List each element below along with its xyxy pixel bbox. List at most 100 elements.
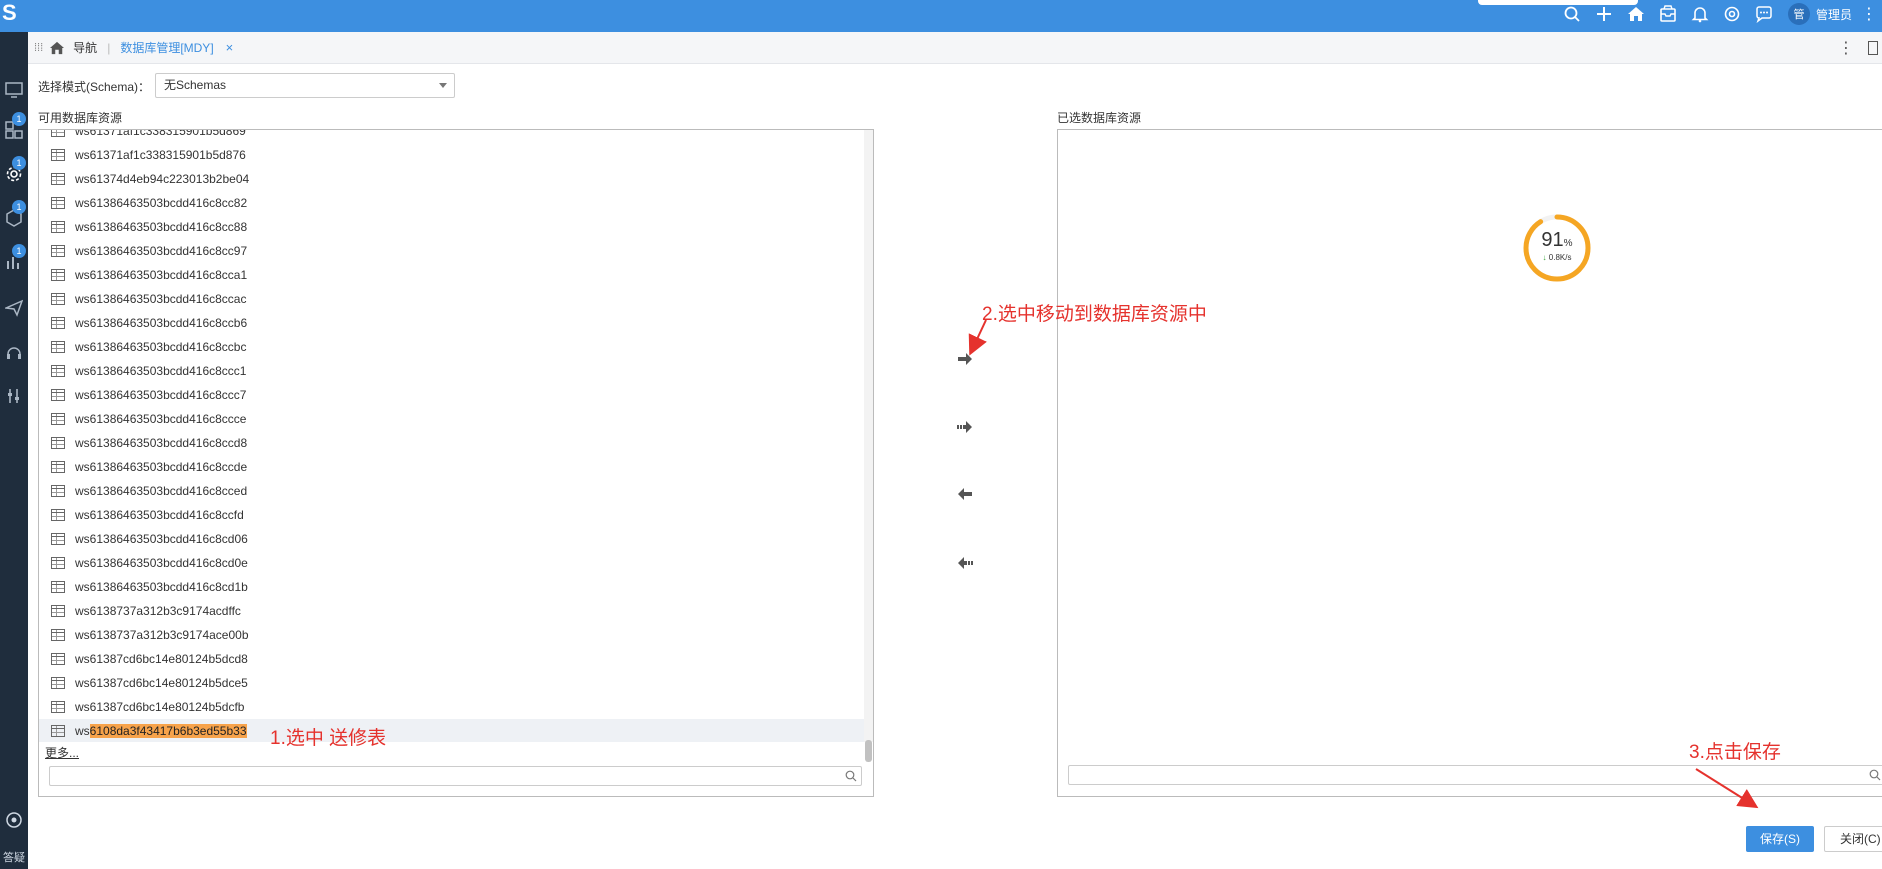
table-icon [51,149,65,161]
more-menu-icon[interactable]: ⋮ [1860,4,1878,24]
tab-more-icon[interactable]: ⋮ [1838,38,1854,58]
list-item[interactable]: ws61386463503bcdd416c8ccce [39,407,865,431]
bell-icon[interactable] [1684,0,1716,28]
list-item[interactable]: ws61386463503bcdd416c8ccc7 [39,383,865,407]
list-item[interactable]: ws61386463503bcdd416c8ccfd [39,503,865,527]
paper-plane-icon [5,299,23,317]
list-item-label: ws61386463503bcdd416c8cc97 [75,244,248,258]
table-icon [51,317,65,329]
list-item-label: ws61386463503bcdd416c8cca1 [75,268,248,282]
list-item[interactable]: ws6138737a312b3c9174ace00b [39,623,865,647]
list-item[interactable]: ws61386463503bcdd416c8ccc1 [39,359,865,383]
chat-icon[interactable] [1748,0,1780,28]
help-icon[interactable] [0,802,28,838]
move-all-right-button[interactable] [954,416,976,438]
resource-list-viewport[interactable]: ws61371af1c338315901b5d869 ws61371af1c338… [39,130,865,742]
list-item-label: ws61371af1c338315901b5d876 [75,148,246,162]
list-item-selected[interactable]: ws 6108da3f43417b6b3ed55b33 [39,719,865,742]
list-item-label: ws61386463503bcdd416c8ccc7 [75,388,247,402]
home-icon[interactable] [49,41,65,55]
annotation-step1: 1.选中 送修表 [270,728,387,749]
list-item[interactable]: ws61386463503bcdd416c8cc97 [39,239,865,263]
more-link[interactable]: 更多... [45,744,79,761]
list-item[interactable]: ws61386463503bcdd416c8ccbc [39,335,865,359]
sidebar-item-tools[interactable] [0,378,28,414]
tab-separator: | [107,40,111,55]
list-item[interactable]: ws61386463503bcdd416c8cd06 [39,527,865,551]
list-item-label: ws61386463503bcdd416c8ccde [75,460,248,474]
search-icon[interactable] [1556,0,1588,28]
sidebar-item-monitor[interactable] [0,72,28,108]
sidebar-item-package[interactable]: 1 [0,200,28,236]
chevron-down-icon [439,83,447,88]
move-all-left-button[interactable] [954,552,976,574]
annotation-step3: 3.点击保存 [1689,742,1781,763]
user-name[interactable]: 管理员 [1816,6,1852,23]
sidebar-item-send[interactable] [0,290,28,326]
table-icon [51,197,65,209]
list-item[interactable]: ws61371af1c338315901b5d869 [39,130,865,143]
help-label[interactable]: 答疑 [0,849,28,865]
list-item[interactable]: ws61387cd6bc14e80124b5dcfb [39,695,865,719]
selected-search-input[interactable] [1068,765,1882,785]
notification-badge: 1 [12,244,26,258]
list-item-label: ws61386463503bcdd416c8cced [75,484,248,498]
available-resources-title: 可用数据库资源 [38,111,123,125]
tab-database-management[interactable]: 数据库管理[MDY] [120,39,213,56]
list-item[interactable]: ws61386463503bcdd416c8ccac [39,287,865,311]
sidebar: 1 1 1 1 答疑 [0,32,28,869]
list-item-label: ws61371af1c338315901b5d869 [75,130,246,138]
list-item[interactable]: ws61374d4eb94c223013b2be04 [39,167,865,191]
home-icon[interactable] [1620,0,1652,28]
table-icon [51,485,65,497]
list-item[interactable]: ws61387cd6bc14e80124b5dce5 [39,671,865,695]
list-item[interactable]: ws61386463503bcdd416c8cca1 [39,263,865,287]
list-item[interactable]: ws61386463503bcdd416c8ccb6 [39,311,865,335]
save-button[interactable]: 保存(S) [1746,826,1814,852]
selected-resources-panel[interactable] [1057,129,1882,797]
list-item[interactable]: ws61386463503bcdd416c8cc82 [39,191,865,215]
sidebar-item-modules[interactable]: 1 [0,112,28,148]
network-progress-widget: 91% ↓ 0.8K/s [1522,213,1592,283]
window-icon[interactable] [1868,41,1878,55]
top-toolbar: 管 管理员 ⋮ [1556,0,1882,28]
list-item-label: ws6138737a312b3c9174ace00b [75,628,249,642]
tab-navigation[interactable]: 导航 [73,39,97,56]
scrollbar-track[interactable] [864,130,873,742]
theme-icon[interactable] [1716,0,1748,28]
selected-item-highlight: 6108da3f43417b6b3ed55b33 [89,724,247,738]
tab-close-icon[interactable]: × [226,40,234,55]
table-icon [51,629,65,641]
list-item[interactable]: ws61371af1c338315901b5d876 [39,143,865,167]
schema-select[interactable]: 无Schemas [155,73,455,98]
add-icon[interactable] [1588,0,1620,28]
sidebar-item-settings[interactable]: 1 [0,156,28,192]
list-item[interactable]: ws61387cd6bc14e80124b5dcd8 [39,647,865,671]
list-item-label: ws61386463503bcdd416c8ccd8 [75,436,248,450]
close-button[interactable]: 关闭(C) [1824,826,1882,852]
list-item[interactable]: ws6138737a312b3c9174acdffc [39,599,865,623]
message-box-icon[interactable] [1652,0,1684,28]
list-item[interactable]: ws61386463503bcdd416c8cced [39,479,865,503]
list-item[interactable]: ws61386463503bcdd416c8cc88 [39,215,865,239]
sidebar-item-support[interactable] [0,334,28,370]
move-left-button[interactable] [954,483,976,505]
scrollbar-thumb[interactable] [865,740,872,762]
selected-resources-title: 已选数据库资源 [1057,111,1142,125]
table-icon [51,437,65,449]
user-avatar[interactable]: 管 [1787,3,1810,25]
table-icon [51,389,65,401]
tab-grip-icon[interactable]: ⁞⁞⁞ [34,42,43,54]
list-item[interactable]: ws61386463503bcdd416c8cd1b [39,575,865,599]
list-item-label: ws61386463503bcdd416c8ccce [75,412,247,426]
available-search-input[interactable] [49,766,862,786]
app-logo: S [2,0,17,25]
list-item-label: ws61386463503bcdd416c8cc82 [75,196,248,210]
list-item[interactable]: ws61386463503bcdd416c8cd0e [39,551,865,575]
list-item[interactable]: ws61386463503bcdd416c8ccd8 [39,431,865,455]
sidebar-item-reports[interactable]: 1 [0,244,28,280]
list-item[interactable]: ws61386463503bcdd416c8ccde [39,455,865,479]
move-right-button[interactable] [954,348,976,370]
table-icon [51,677,65,689]
table-icon [51,293,65,305]
